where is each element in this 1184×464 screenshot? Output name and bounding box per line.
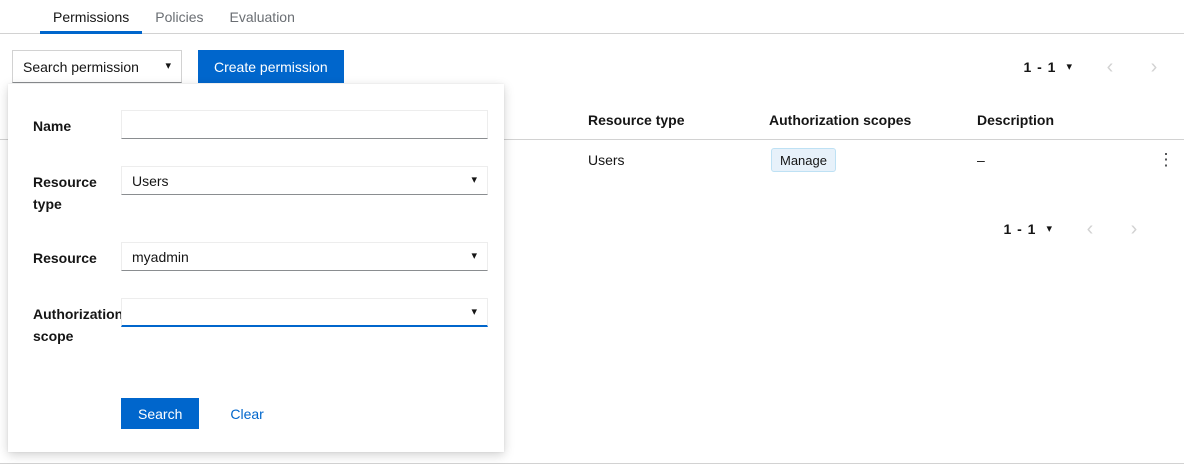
resource-field-label: Resource <box>33 242 121 269</box>
pagination-prev-button[interactable]: ‹ <box>1068 212 1112 245</box>
resource-field-row: Resource myadmin ▾ <box>33 242 488 271</box>
create-permission-button[interactable]: Create permission <box>198 50 344 83</box>
tab-policies-label: Policies <box>155 9 203 25</box>
pagination-next-button[interactable]: › <box>1132 50 1176 83</box>
resource-type-select[interactable]: Users ▾ <box>121 166 488 195</box>
angle-right-icon: › <box>1151 56 1158 78</box>
pagination-nav: ‹ › <box>1068 212 1156 245</box>
pagination-caret-icon[interactable]: ▾ <box>1066 60 1072 73</box>
tab-policies[interactable]: Policies <box>142 0 216 33</box>
authorization-scope-select[interactable]: ▾ <box>121 298 488 327</box>
pagination-bottom: 1 - 1 ▾ ‹ › <box>1003 212 1156 245</box>
name-field-label: Name <box>33 110 121 137</box>
pagination-caret-icon[interactable]: ▾ <box>1046 222 1052 235</box>
cell-description: – <box>977 140 985 180</box>
search-permission-dropdown-toggle[interactable]: Search permission ▾ <box>12 50 182 83</box>
pagination-prev-button[interactable]: ‹ <box>1088 50 1132 83</box>
chevron-down-icon: ▾ <box>165 61 171 72</box>
resource-type-field-label: Resource type <box>33 166 121 215</box>
angle-left-icon: ‹ <box>1087 218 1094 240</box>
name-input[interactable] <box>121 110 488 139</box>
tab-evaluation[interactable]: Evaluation <box>217 0 308 33</box>
tab-permissions-label: Permissions <box>53 9 129 25</box>
resource-select-value: myadmin <box>132 249 189 265</box>
clear-button[interactable]: Clear <box>230 406 263 422</box>
resource-type-field-row: Resource type Users ▾ <box>33 166 488 215</box>
tab-evaluation-label: Evaluation <box>230 9 295 25</box>
name-field-row: Name <box>33 110 488 139</box>
authorization-scope-field-row: Authorization scope ▾ <box>33 298 488 347</box>
chevron-down-icon: ▾ <box>471 307 477 318</box>
authorization-scope-field-label: Authorization scope <box>33 298 121 347</box>
column-header-authorization-scopes: Authorization scopes <box>769 100 911 140</box>
chevron-down-icon: ▾ <box>471 175 477 186</box>
tab-permissions[interactable]: Permissions <box>40 0 142 33</box>
angle-right-icon: › <box>1131 218 1138 240</box>
column-header-resource-type: Resource type <box>588 100 684 140</box>
column-header-description: Description <box>977 100 1054 140</box>
panel-actions: Search Clear <box>121 398 488 429</box>
search-permission-dropdown-label: Search permission <box>23 59 139 75</box>
pagination-range: 1 - 1 <box>1003 221 1036 237</box>
pagination-next-button[interactable]: › <box>1112 212 1156 245</box>
search-permission-panel: Name Resource type Users ▾ Resource myad… <box>8 84 504 452</box>
angle-left-icon: ‹ <box>1107 56 1114 78</box>
kebab-menu-icon: ⋮ <box>1158 150 1175 169</box>
resource-select[interactable]: myadmin ▾ <box>121 242 488 271</box>
toolbar: Search permission ▾ Create permission <box>0 50 1184 84</box>
permissions-page: Permissions Policies Evaluation Search p… <box>0 0 1184 464</box>
pagination-nav: ‹ › <box>1088 50 1176 83</box>
scope-badge: Manage <box>771 148 836 172</box>
resource-type-select-value: Users <box>132 173 169 189</box>
pagination-top: 1 - 1 ▾ ‹ › <box>1023 50 1176 83</box>
row-kebab-menu-button[interactable]: ⋮ <box>1154 144 1178 176</box>
chevron-down-icon: ▾ <box>471 251 477 262</box>
search-button[interactable]: Search <box>121 398 199 429</box>
cell-resource-type: Users <box>588 140 625 180</box>
tab-bar: Permissions Policies Evaluation <box>0 0 1184 34</box>
pagination-range: 1 - 1 <box>1023 59 1056 75</box>
